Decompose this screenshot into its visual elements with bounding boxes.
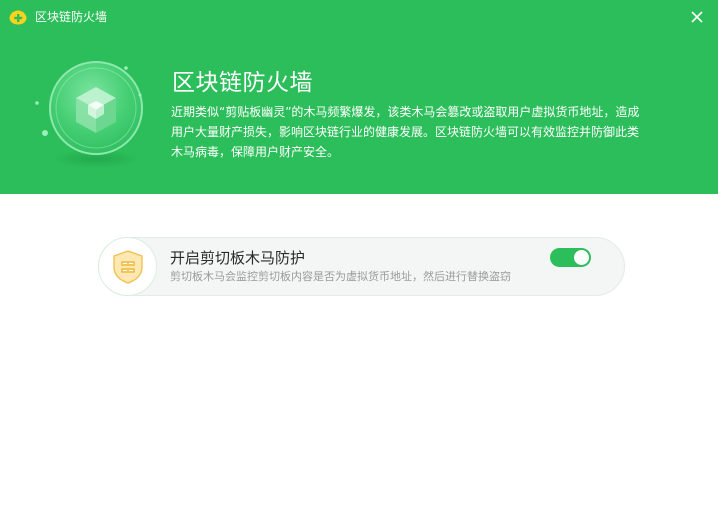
app-logo-icon <box>9 10 27 25</box>
window-title: 区块链防火墙 <box>35 10 108 24</box>
blockchain-cube-icon <box>35 61 143 168</box>
app-window: 区块链防火墙 区块链防火墙 近期类似“剪贴板幽灵”的木马频繁爆发，该类木马会篡改… <box>0 0 718 506</box>
protection-description: 剪切板木马会监控剪切板内容是否为虚拟货币地址，然后进行替换盗窃 <box>170 270 511 283</box>
hero-title: 区块链防火墙 <box>172 70 313 96</box>
protection-toggle[interactable] <box>550 248 591 267</box>
close-icon <box>691 11 703 23</box>
card-icon-badge <box>98 237 157 296</box>
title-bar: 区块链防火墙 <box>0 0 718 34</box>
close-button[interactable] <box>686 6 708 28</box>
header-banner: 区块链防火墙 区块链防火墙 近期类似“剪贴板幽灵”的木马频繁爆发，该类木马会篡改… <box>0 0 718 194</box>
toggle-knob <box>574 250 589 265</box>
hero-description: 近期类似“剪贴板幽灵”的木马频繁爆发，该类木马会篡改或盗取用户虚拟货币地址，造成… <box>171 105 640 159</box>
clipboard-protection-card: 开启剪切板木马防护 剪切板木马会监控剪切板内容是否为虚拟货币地址，然后进行替换盗… <box>98 237 625 296</box>
protection-title: 开启剪切板木马防护 <box>170 249 306 267</box>
shield-icon <box>113 250 143 284</box>
